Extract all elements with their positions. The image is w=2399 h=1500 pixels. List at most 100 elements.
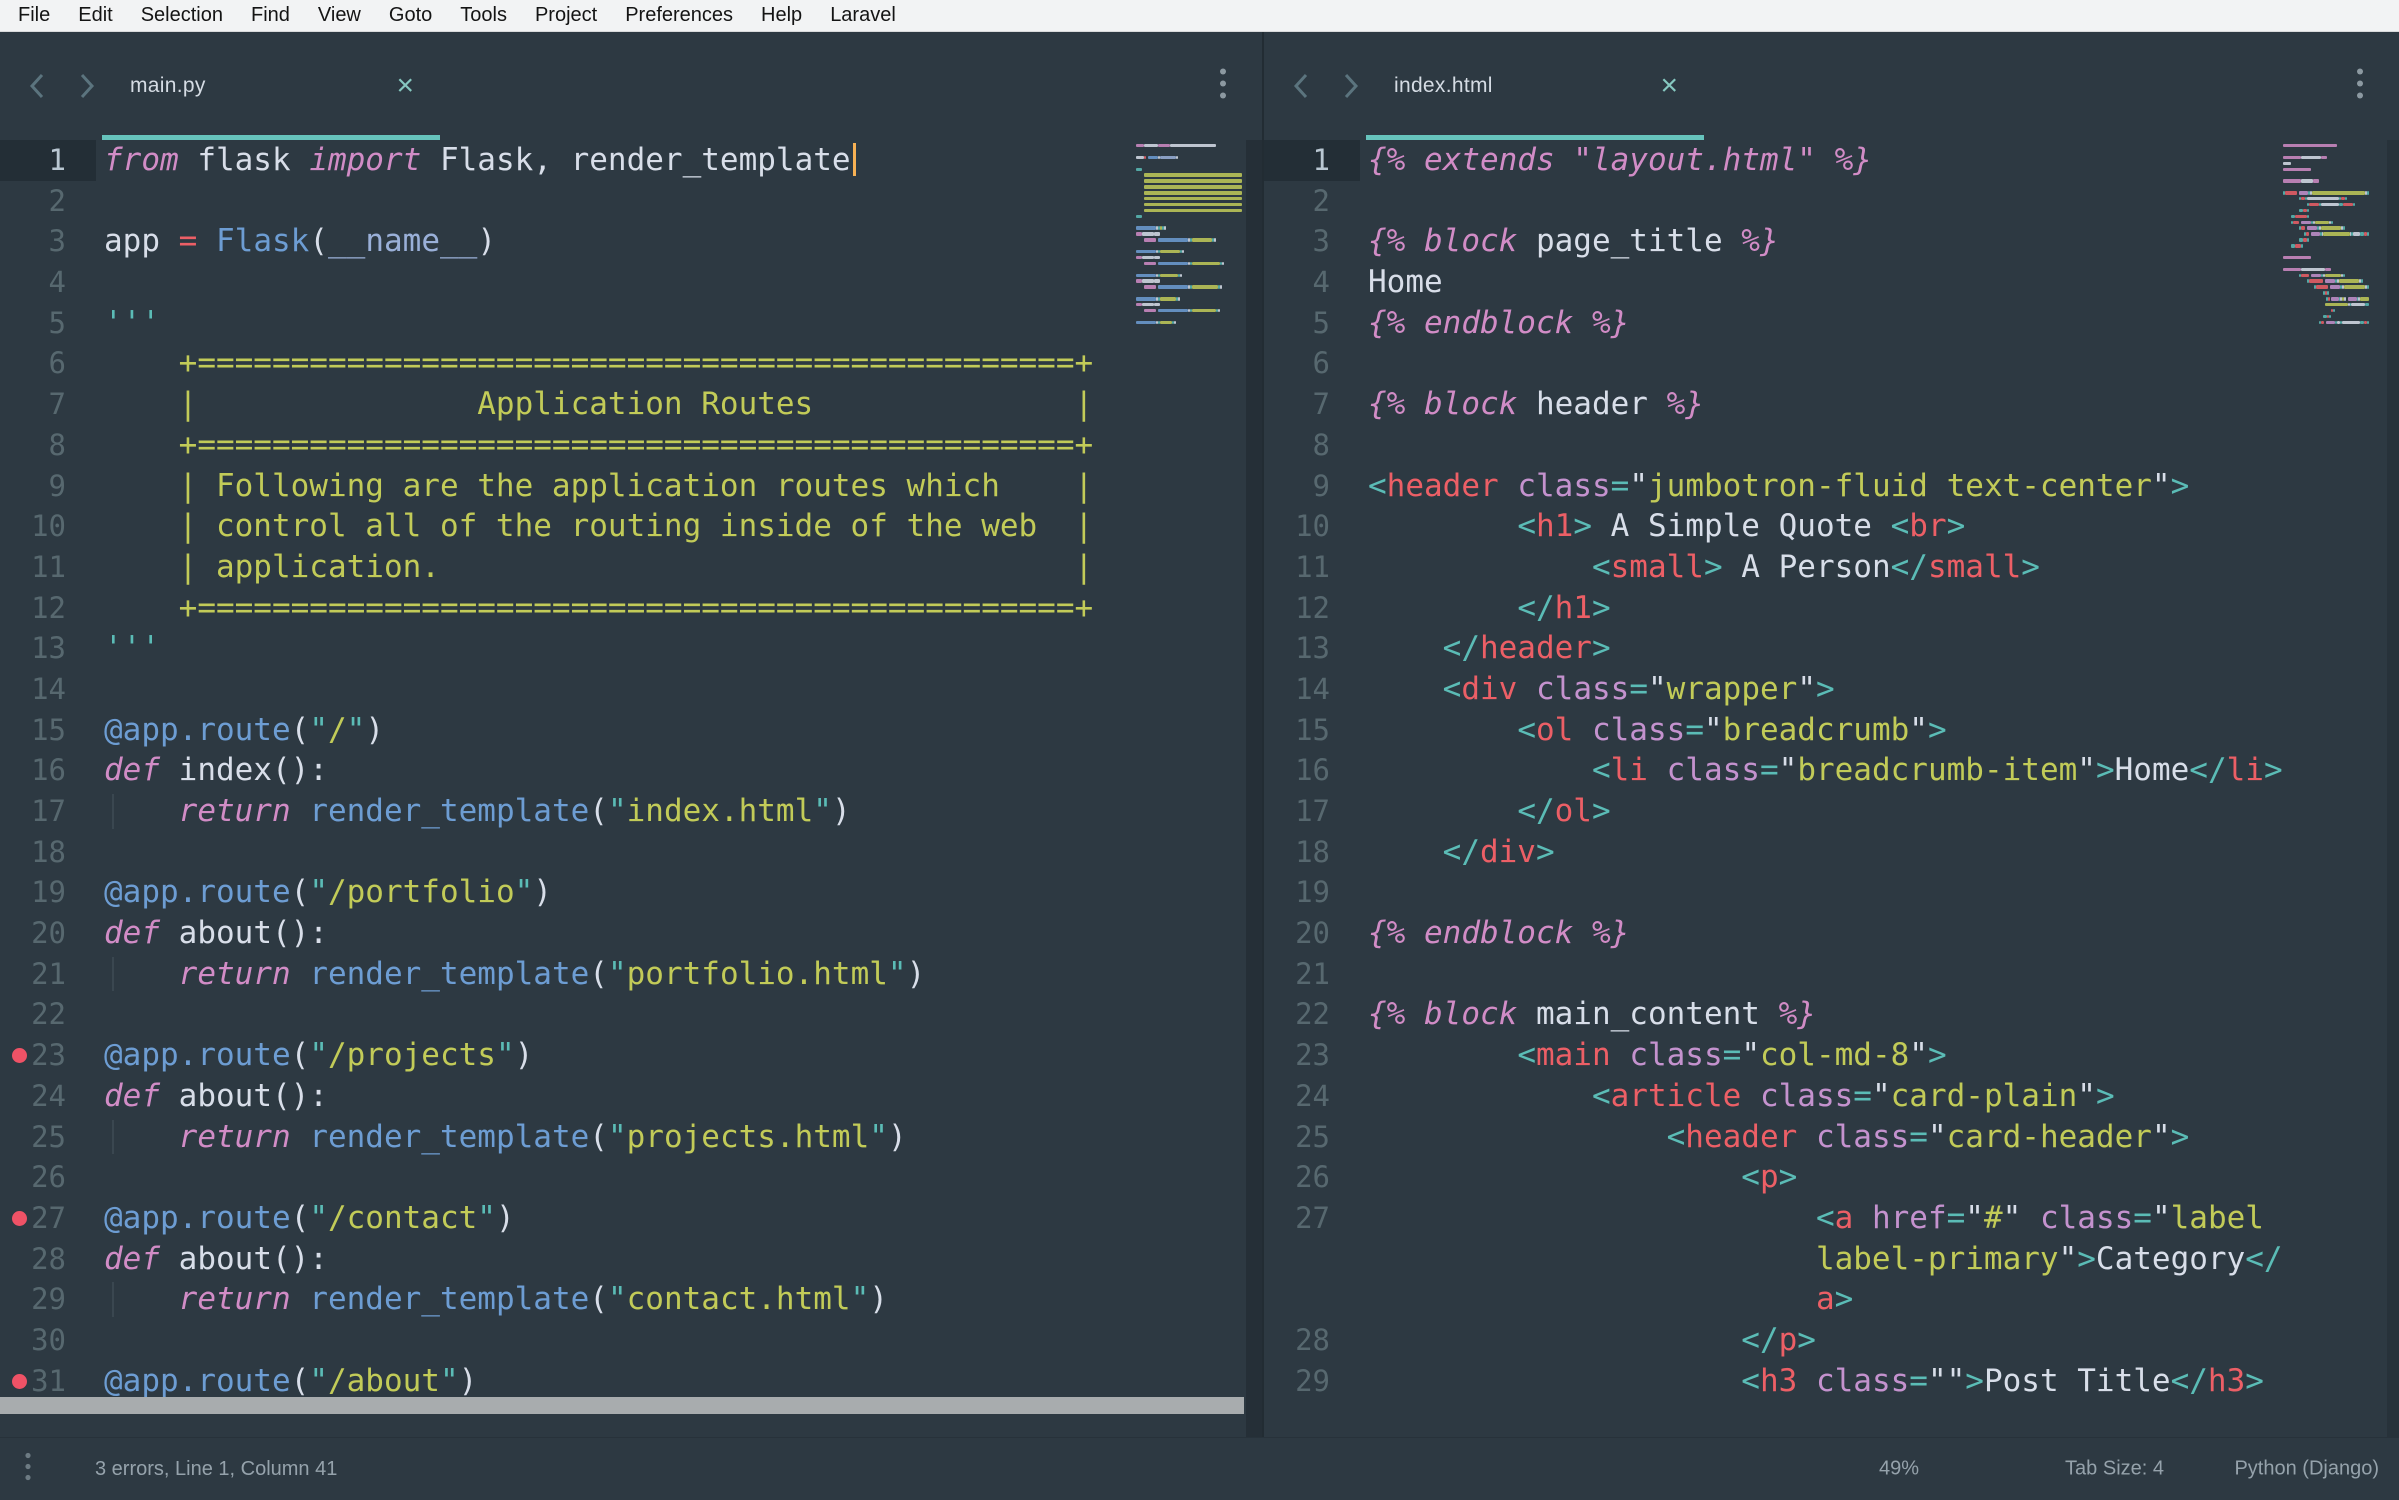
code-line-11[interactable]: 11 <small> A Person</small>	[1264, 547, 2399, 588]
code-line-10[interactable]: 10 <h1> A Simple Quote <br>	[1264, 506, 2399, 547]
code-line-16[interactable]: 16 def index():	[0, 750, 1262, 791]
code-line-20[interactable]: 20 def about():	[0, 913, 1262, 954]
code-line-13[interactable]: 13 '''	[0, 628, 1262, 669]
code-line-22[interactable]: 22 {% block main_content %}	[1264, 994, 2399, 1035]
code-line-30[interactable]: 30	[0, 1320, 1262, 1361]
menu-item-file[interactable]: File	[4, 0, 64, 31]
menu-item-find[interactable]: Find	[237, 0, 304, 31]
code-line-31[interactable]: 31 @app.route("/about")	[0, 1361, 1262, 1397]
code-line-15[interactable]: 15 <ol class="breadcrumb">	[1264, 710, 2399, 751]
status-overflow-menu-icon[interactable]	[24, 1452, 32, 1487]
history-back-icon[interactable]	[24, 69, 50, 103]
code-line-21[interactable]: 21	[1264, 954, 2399, 995]
line-number: 24	[1295, 1078, 1330, 1113]
code-line-16[interactable]: 16 <li class="breadcrumb-item">Home</li>	[1264, 750, 2399, 791]
code-line-25[interactable]: 25 <header class="card-header">	[1264, 1117, 2399, 1158]
history-back-icon[interactable]	[1288, 69, 1314, 103]
line-number: 26	[31, 1160, 66, 1195]
pane-overflow-menu-icon[interactable]	[2355, 67, 2365, 106]
code-line-9[interactable]: 9 <header class="jumbotron-fluid text-cen…	[1264, 466, 2399, 507]
code-line-27[interactable]: 27 <a href="#" class="label	[1264, 1198, 2399, 1239]
code-line-12[interactable]: 12 +====================================…	[0, 588, 1262, 629]
menu-item-project[interactable]: Project	[521, 0, 611, 31]
code-line-5[interactable]: 5 '''	[0, 303, 1262, 344]
code-line-28[interactable]: 28 </p>	[1264, 1320, 2399, 1361]
code-line-19[interactable]: 19 @app.route("/portfolio")	[0, 872, 1262, 913]
code-line-19[interactable]: 19	[1264, 872, 2399, 913]
code-line-24[interactable]: 24 def about():	[0, 1076, 1262, 1117]
error-dot-icon	[12, 1373, 27, 1389]
code-line-7[interactable]: 7 | Application Routes |	[0, 384, 1262, 425]
tab-close-icon[interactable]: ×	[396, 71, 414, 101]
status-zoom-level[interactable]: 49%	[1879, 1458, 1919, 1481]
code-line-3[interactable]: 3 {% block page_title %}	[1264, 221, 2399, 262]
code-line-27[interactable]: 27 @app.route("/contact")	[0, 1198, 1262, 1239]
code-line-14[interactable]: 14 <div class="wrapper">	[1264, 669, 2399, 710]
menu-item-preferences[interactable]: Preferences	[611, 0, 747, 31]
menu-item-view[interactable]: View	[304, 0, 375, 31]
code-line-2[interactable]: 2	[1264, 181, 2399, 222]
minimap-left[interactable]	[1136, 144, 1242, 384]
code-line-13[interactable]: 13 </header>	[1264, 628, 2399, 669]
code-line-5[interactable]: 5 {% endblock %}	[1264, 303, 2399, 344]
code-line-7[interactable]: 7 {% block header %}	[1264, 384, 2399, 425]
code-line-wrap[interactable]: label-primary">Category</	[1264, 1239, 2399, 1280]
pane-overflow-menu-icon[interactable]	[1218, 67, 1228, 106]
code-line-24[interactable]: 24 <article class="card-plain">	[1264, 1076, 2399, 1117]
code-line-17[interactable]: 17 return render_template("index.html")	[0, 791, 1262, 832]
code-line-22[interactable]: 22	[0, 994, 1262, 1035]
status-tab-size[interactable]: Tab Size: 4	[2065, 1458, 2164, 1481]
code-line-18[interactable]: 18	[0, 832, 1262, 873]
horizontal-scrollbar-left[interactable]	[0, 1397, 1244, 1414]
code-line-29[interactable]: 29 return render_template("contact.html"…	[0, 1279, 1262, 1320]
code-line-6[interactable]: 6	[1264, 343, 2399, 384]
code-line-1[interactable]: 1 {% extends "layout.html" %}	[1264, 140, 2399, 181]
code-line-wrap[interactable]: a>	[1264, 1279, 2399, 1320]
vertical-scrollbar-right[interactable]	[2387, 140, 2399, 1437]
code-line-20[interactable]: 20 {% endblock %}	[1264, 913, 2399, 954]
menu-item-laravel[interactable]: Laravel	[816, 0, 910, 31]
menu-item-goto[interactable]: Goto	[375, 0, 446, 31]
code-line-21[interactable]: 21 return render_template("portfolio.htm…	[0, 954, 1262, 995]
code-line-23[interactable]: 23 <main class="col-md-8">	[1264, 1035, 2399, 1076]
history-forward-icon[interactable]	[74, 69, 100, 103]
code-line-1[interactable]: 1 from flask import Flask, render_templat…	[0, 140, 1262, 181]
code-line-17[interactable]: 17 </ol>	[1264, 791, 2399, 832]
line-number: 17	[1295, 794, 1330, 828]
minimap-right[interactable]	[2283, 144, 2369, 384]
menu-item-help[interactable]: Help	[747, 0, 816, 31]
line-number: 14	[31, 671, 66, 706]
code-line-29[interactable]: 29 <h3 class="">Post Title</h3>	[1264, 1361, 2399, 1402]
code-line-23[interactable]: 23 @app.route("/projects")	[0, 1035, 1262, 1076]
code-line-2[interactable]: 2	[0, 181, 1262, 222]
code-line-3[interactable]: 3 app = Flask(__name__)	[0, 221, 1262, 262]
code-line-12[interactable]: 12 </h1>	[1264, 588, 2399, 629]
tab-close-icon[interactable]: ×	[1660, 71, 1678, 101]
code-editor-index-html[interactable]: 1 {% extends "layout.html" %} 2 3 {% block p…	[1264, 140, 2399, 1437]
code-line-4[interactable]: 4 Home	[1264, 262, 2399, 303]
tab-main-py[interactable]: main.py ×	[102, 32, 440, 140]
line-number: 29	[1295, 1363, 1330, 1398]
tab-index-html[interactable]: index.html ×	[1366, 32, 1704, 140]
code-line-4[interactable]: 4	[0, 262, 1262, 303]
code-editor-main-py[interactable]: 1 from flask import Flask, render_templat…	[0, 140, 1262, 1397]
code-line-25[interactable]: 25 return render_template("projects.html…	[0, 1117, 1262, 1158]
history-forward-icon[interactable]	[1338, 69, 1364, 103]
code-line-11[interactable]: 11 | application. |	[0, 547, 1262, 588]
menu-item-tools[interactable]: Tools	[446, 0, 521, 31]
menu-item-selection[interactable]: Selection	[127, 0, 237, 31]
code-line-15[interactable]: 15 @app.route("/")	[0, 710, 1262, 751]
code-line-18[interactable]: 18 </div>	[1264, 832, 2399, 873]
menu-item-edit[interactable]: Edit	[64, 0, 126, 31]
code-line-26[interactable]: 26 <p>	[1264, 1157, 2399, 1198]
code-line-9[interactable]: 9 | Following are the application routes…	[0, 466, 1262, 507]
code-line-26[interactable]: 26	[0, 1157, 1262, 1198]
code-line-8[interactable]: 8 +=====================================…	[0, 425, 1262, 466]
code-line-6[interactable]: 6 +=====================================…	[0, 343, 1262, 384]
code-line-14[interactable]: 14	[0, 669, 1262, 710]
vertical-scrollbar-left[interactable]	[1246, 140, 1262, 1437]
code-line-10[interactable]: 10 | control all of the routing inside o…	[0, 506, 1262, 547]
status-syntax-mode[interactable]: Python (Django)	[2234, 1458, 2379, 1481]
code-line-28[interactable]: 28 def about():	[0, 1239, 1262, 1280]
code-line-8[interactable]: 8	[1264, 425, 2399, 466]
